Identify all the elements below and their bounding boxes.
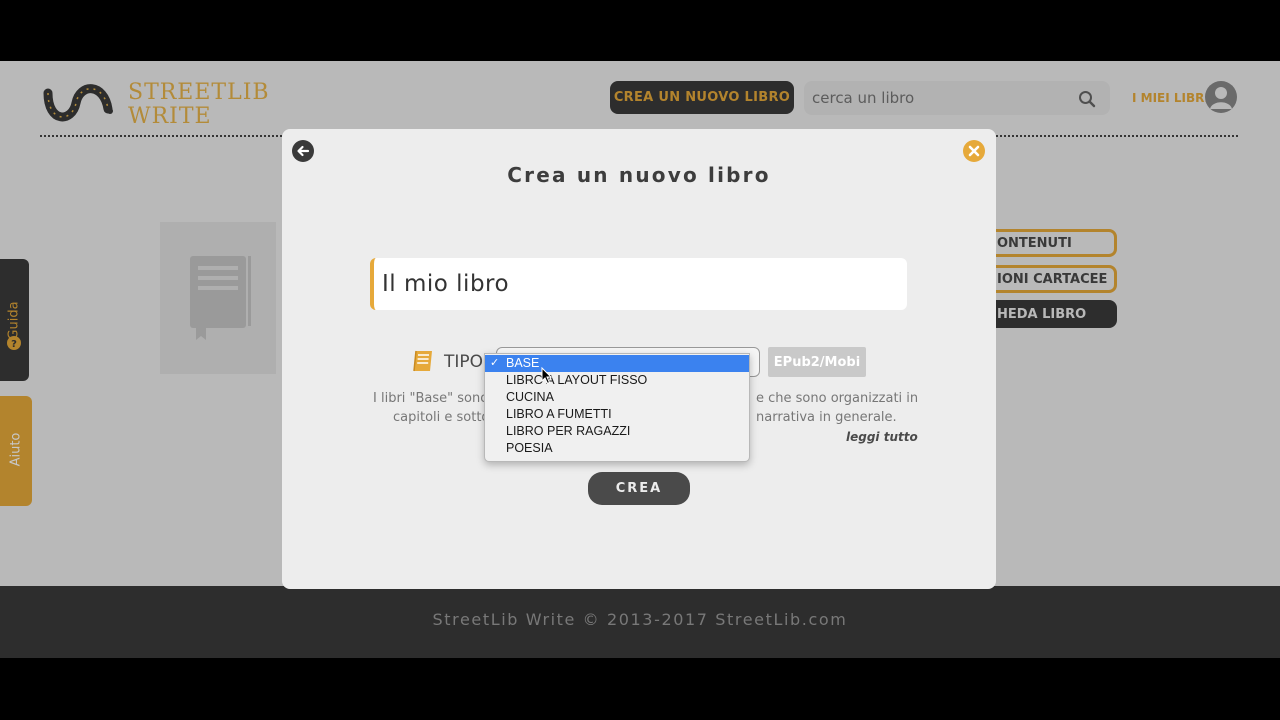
dropdown-option-label: BASE — [506, 356, 540, 370]
book-title-input[interactable] — [374, 258, 907, 310]
dropdown-option-fixed-layout[interactable]: LIBRO A LAYOUT FISSO — [485, 372, 749, 389]
book-title-field — [370, 258, 907, 310]
dropdown-option-label: LIBRO PER RAGAZZI — [506, 424, 631, 438]
dropdown-option-label: LIBRO A FUMETTI — [506, 407, 612, 421]
modal-title: Crea un nuovo libro — [507, 163, 771, 187]
create-button[interactable]: CREA — [588, 472, 690, 505]
mouse-cursor-icon — [541, 367, 553, 385]
book-type-icon — [413, 350, 432, 372]
description-text: capitoli e sotto — [393, 410, 490, 425]
check-icon: ✓ — [490, 357, 500, 369]
dropdown-option-label: CUCINA — [506, 390, 554, 404]
app-viewport: STREETLIB WRITE CREA UN NUOVO LIBRO I MI… — [0, 61, 1280, 658]
dropdown-option-cooking[interactable]: CUCINA — [485, 389, 749, 406]
description-text: e che sono organizzati in — [756, 391, 919, 406]
dropdown-option-label: POESIA — [506, 441, 553, 455]
dropdown-option-kids[interactable]: LIBRO PER RAGAZZI — [485, 423, 749, 440]
dropdown-option-poetry[interactable]: POESIA — [485, 440, 749, 457]
back-arrow-icon[interactable] — [291, 139, 315, 163]
description-text: narrativa in generale. — [756, 410, 897, 425]
description-text: I libri "Base" sono — [373, 391, 489, 406]
format-badge: EPub2/Mobi — [768, 347, 866, 377]
read-more-link[interactable]: leggi tutto — [846, 430, 918, 444]
dropdown-option-label: LIBRO A LAYOUT FISSO — [506, 373, 648, 387]
dropdown-option-comics[interactable]: LIBRO A FUMETTI — [485, 406, 749, 423]
book-type-dropdown-list: ✓ BASE LIBRO A LAYOUT FISSO CUCINA LIBRO… — [484, 353, 750, 462]
dropdown-option-base[interactable]: ✓ BASE — [485, 355, 749, 372]
close-icon[interactable] — [962, 139, 986, 163]
type-label: TIPO — [444, 352, 484, 372]
